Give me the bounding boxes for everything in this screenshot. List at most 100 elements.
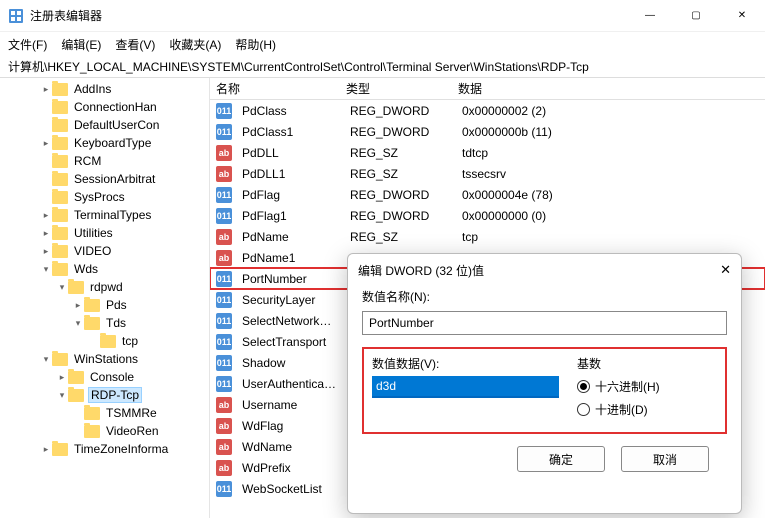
folder-icon [52,191,68,204]
caret-icon: ▸ [56,372,68,383]
tree-item-label: WinStations [72,352,140,366]
value-name: PdDLL [236,146,344,160]
tree-item[interactable]: ▸Pds [0,296,209,314]
menu-view[interactable]: 查看(V) [115,36,155,53]
tree-item-label: ConnectionHan [72,100,159,114]
folder-icon [100,335,116,348]
tree-item-label: Wds [72,262,100,276]
tree-item[interactable]: ▾ rdpwd [0,278,209,296]
caret-icon: ▸ [40,210,52,221]
value-data: tdtcp [456,146,765,160]
tree-item[interactable]: RCM [0,152,209,170]
tree-item[interactable]: tcp [0,332,209,350]
dialog-title: 编辑 DWORD (32 位)值 [358,262,484,279]
tree-item[interactable]: ▸ TerminalTypes [0,206,209,224]
col-header-type[interactable]: 类型 [340,80,452,97]
value-data-input[interactable] [372,376,559,398]
registry-value-row[interactable]: 011PdFlag1REG_DWORD0x00000000 (0) [210,205,765,226]
caret-icon: ▸ [40,246,52,257]
tree-item[interactable]: ▾Wds [0,260,209,278]
binary-icon: 011 [216,208,232,224]
radio-hex[interactable]: 十六进制(H) [577,378,717,395]
close-button[interactable]: ✕ [719,0,765,32]
maximize-button[interactable]: ▢ [673,0,719,32]
folder-icon [52,101,68,114]
registry-value-row[interactable]: abPdDLL1REG_SZtssecsrv [210,163,765,184]
registry-value-row[interactable]: 011PdFlagREG_DWORD0x0000004e (78) [210,184,765,205]
tree-item[interactable]: ▸KeyboardType [0,134,209,152]
value-data: 0x00000002 (2) [456,104,765,118]
tree-item[interactable]: ▾RDP-Tcp [0,386,209,404]
tree-item[interactable]: ▸VIDEO [0,242,209,260]
radio-hex-label: 十六进制(H) [595,378,660,395]
folder-icon [52,245,68,258]
string-icon: ab [216,397,232,413]
binary-icon: 011 [216,313,232,329]
caret-icon: ▾ [56,282,68,293]
folder-icon [52,353,68,366]
tree-item[interactable]: ▸Utilities [0,224,209,242]
menu-edit[interactable]: 编辑(E) [61,36,101,53]
tree-item[interactable]: ▸TimeZoneInforma [0,440,209,458]
caret-icon: ▸ [40,84,52,95]
menu-file[interactable]: 文件(F) [8,36,47,53]
tree-item[interactable]: ▾WinStations [0,350,209,368]
registry-value-row[interactable]: 011PdClass1REG_DWORD0x0000000b (11) [210,121,765,142]
binary-icon: 011 [216,376,232,392]
value-name: SelectTransport [236,335,344,349]
tree-item[interactable]: DefaultUserCon [0,116,209,134]
radio-hex-indicator [577,380,590,393]
tree-item-label: VideoRen [104,424,161,438]
value-type: REG_DWORD [344,209,456,223]
value-data: tcp [456,230,765,244]
menubar: 文件(F) 编辑(E) 查看(V) 收藏夹(A) 帮助(H) [0,32,765,56]
tree-item-label: DefaultUserCon [72,118,161,132]
dialog-titlebar: 编辑 DWORD (32 位)值 ✕ [348,254,741,286]
col-header-data[interactable]: 数据 [452,80,765,97]
tree-item[interactable]: ▸ Console [0,368,209,386]
binary-icon: 011 [216,103,232,119]
ok-button[interactable]: 确定 [517,446,605,472]
menu-help[interactable]: 帮助(H) [235,36,276,53]
tree-item[interactable]: VideoRen [0,422,209,440]
folder-icon [52,263,68,276]
registry-value-row[interactable]: 011PdClassREG_DWORD0x00000002 (2) [210,100,765,121]
base-label: 基数 [577,355,717,372]
tree-item[interactable]: ConnectionHan [0,98,209,116]
registry-value-row[interactable]: abPdDLLREG_SZtdtcp [210,142,765,163]
address-bar[interactable]: 计算机\HKEY_LOCAL_MACHINE\SYSTEM\CurrentCon… [0,56,765,78]
binary-icon: 011 [216,355,232,371]
tree-item[interactable]: ▸AddIns [0,80,209,98]
value-name: PortNumber [236,272,344,286]
menu-favorites[interactable]: 收藏夹(A) [169,36,221,53]
value-name: PdFlag [236,188,344,202]
window-title: 注册表编辑器 [30,7,102,24]
tree-item-label: Tds [104,316,128,330]
value-name-input[interactable] [362,311,727,335]
tree-view[interactable]: ▸AddIns ConnectionHan DefaultUserCon ▸Keybo… [0,78,210,518]
tree-item-label: Utilities [72,226,115,240]
dialog-close-button[interactable]: ✕ [720,262,731,278]
tree-item-label: rdpwd [88,280,125,294]
minimize-button[interactable]: — [627,0,673,32]
value-name: PdName [236,230,344,244]
value-name: WdName [236,440,344,454]
col-header-name[interactable]: 名称 [210,80,340,97]
cancel-button[interactable]: 取消 [621,446,709,472]
tree-item-label: TSMMRe [104,406,159,420]
tree-item-label: TerminalTypes [72,208,153,222]
tree-item[interactable]: ▾Tds [0,314,209,332]
folder-icon [68,371,84,384]
binary-icon: 011 [216,292,232,308]
folder-icon [52,137,68,150]
tree-item[interactable]: SessionArbitrat [0,170,209,188]
highlight-box: 数值数据(V): 基数 十六进制(H) 十进制(D) [362,347,727,434]
value-name: PdClass [236,104,344,118]
value-name: WebSocketList [236,482,344,496]
tree-item[interactable]: TSMMRe [0,404,209,422]
registry-value-row[interactable]: abPdNameREG_SZtcp [210,226,765,247]
tree-item-label: Console [88,370,136,384]
tree-item-label: RDP-Tcp [88,387,142,403]
radio-dec[interactable]: 十进制(D) [577,401,717,418]
tree-item[interactable]: SysProcs [0,188,209,206]
